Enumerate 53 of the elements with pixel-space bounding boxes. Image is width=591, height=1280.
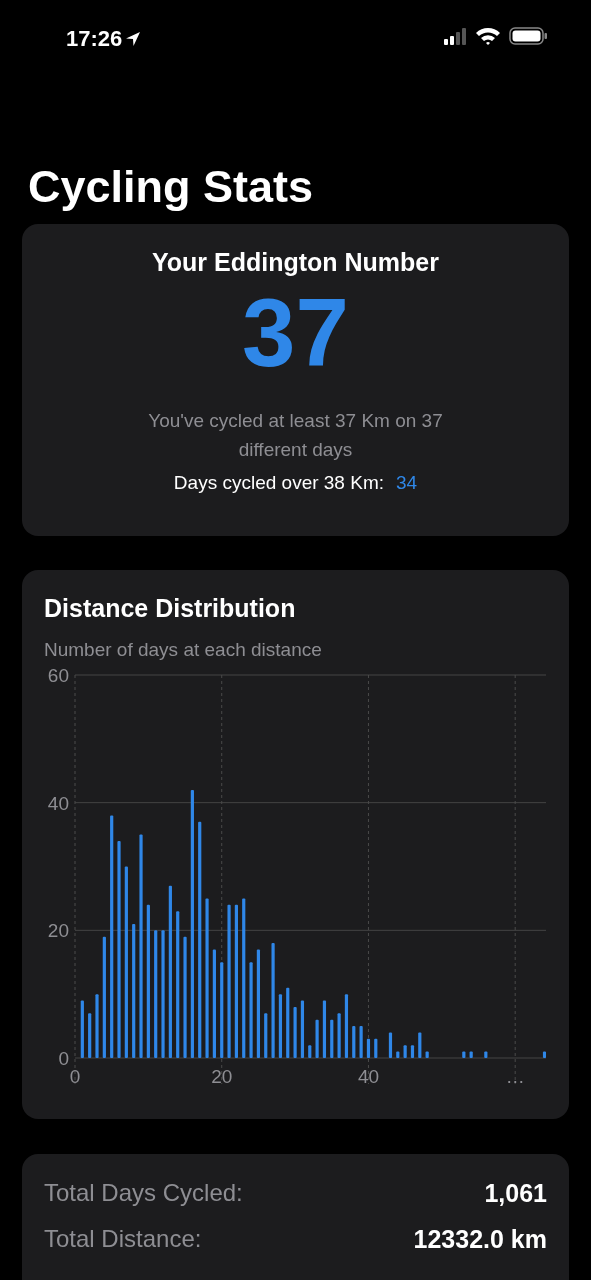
- bar: [366, 1038, 371, 1058]
- bar: [95, 994, 99, 1058]
- bar: [403, 1045, 407, 1058]
- bar: [469, 1051, 473, 1058]
- axis-tick-label: …: [505, 1066, 525, 1087]
- chart-subtitle: Number of days at each distance: [44, 638, 323, 662]
- page-title: Cycling Stats: [28, 160, 315, 214]
- bar: [352, 1026, 356, 1058]
- bar: [484, 1051, 488, 1058]
- total-label: Total Distance:: [44, 1225, 202, 1253]
- bar: [278, 994, 282, 1058]
- bar: [462, 1051, 466, 1058]
- next-value: 34: [396, 472, 418, 494]
- bar: [418, 1032, 422, 1058]
- bar: [374, 1038, 378, 1058]
- bar: [286, 987, 290, 1058]
- bar: [542, 1051, 546, 1058]
- bar: [425, 1051, 429, 1058]
- bar: [88, 1013, 92, 1058]
- location-arrow-icon: [125, 31, 142, 47]
- signal-icon: [443, 26, 467, 46]
- eddington-number: 37: [241, 280, 350, 386]
- bar: [80, 1000, 84, 1058]
- bar: [308, 1045, 312, 1058]
- total-label: Total Days Cycled:: [44, 1179, 243, 1207]
- bar: [396, 1051, 400, 1058]
- bar: [293, 1006, 297, 1058]
- bar: [300, 1000, 305, 1058]
- axis-tick-label: 20: [211, 1066, 233, 1087]
- bar: [322, 1000, 327, 1058]
- next-label: Days cycled over 38 Km:: [173, 472, 384, 494]
- axis-tick-label: 20: [47, 920, 69, 942]
- bar: [330, 1019, 334, 1058]
- axis-tick-label: 0: [58, 1048, 69, 1069]
- bar: [388, 1032, 393, 1058]
- battery-icon: [509, 26, 549, 46]
- card-heading: Distance Distribution: [44, 593, 297, 624]
- description: You've cycled at least 37 Km on 37 different days: [147, 409, 444, 462]
- axis-tick-label: 40: [357, 1066, 380, 1087]
- axis-tick-label: 60: [47, 665, 69, 686]
- bar: [337, 1013, 341, 1058]
- bar: [410, 1045, 415, 1058]
- wifi-icon: [475, 26, 501, 46]
- axis-tick-label: 0: [69, 1066, 81, 1087]
- bar: [359, 1026, 363, 1058]
- total-value: 12332.0 km: [413, 1224, 547, 1254]
- card-heading: Your Eddington Number: [151, 247, 440, 278]
- bar: [264, 1013, 268, 1058]
- bar: [344, 994, 349, 1058]
- axis-tick-label: 40: [47, 792, 69, 814]
- bar: [315, 1019, 319, 1058]
- total-value: 1,061: [484, 1178, 547, 1208]
- clock-time: 17:26: [66, 26, 123, 52]
